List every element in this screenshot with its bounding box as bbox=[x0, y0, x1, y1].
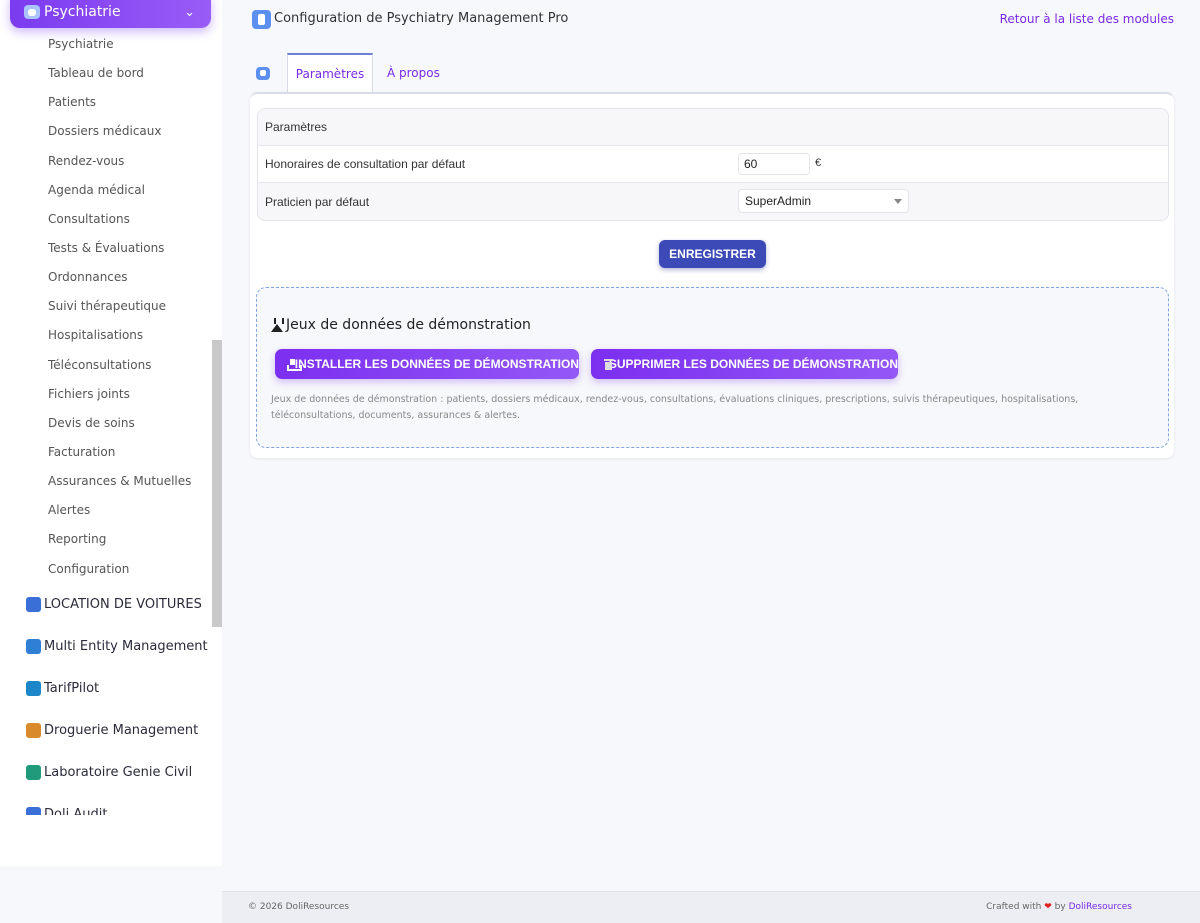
delete-demo-label: SUPPRIMER LES DONNÉES DE DÉMONSTRATION bbox=[608, 357, 898, 371]
psychiatry-module-icon bbox=[24, 5, 40, 19]
module-laboratoire-genie-civil[interactable]: Laboratoire Genie Civil bbox=[26, 765, 192, 780]
laboratory-icon bbox=[26, 765, 41, 780]
demo-description: Jeux de données de démonstration : patie… bbox=[271, 394, 1079, 421]
tab-parametres[interactable]: Paramètres bbox=[287, 53, 373, 93]
module-location-de-voitures[interactable]: LOCATION DE VOITURES bbox=[26, 597, 202, 612]
module-label: Multi Entity Management bbox=[44, 639, 208, 654]
section-title: Paramètres bbox=[265, 120, 328, 134]
trash-icon bbox=[603, 358, 613, 370]
droguerie-icon bbox=[26, 723, 41, 738]
chevron-down-icon[interactable]: ⌄ bbox=[184, 5, 195, 20]
tab-a-propos[interactable]: À propos bbox=[387, 53, 440, 93]
crafted-with-text: Crafted with ❤ by DoliResources bbox=[986, 902, 1132, 912]
sidebar-item-hospitalisations[interactable]: Hospitalisations bbox=[0, 321, 212, 350]
sidebar-item-tableau-de-bord[interactable]: Tableau de bord bbox=[0, 59, 212, 88]
demo-title-text: Jeux de données de démonstration bbox=[286, 317, 531, 333]
fee-label: Honoraires de consultation par défaut bbox=[265, 157, 466, 171]
dropdown-arrow-icon bbox=[894, 199, 902, 204]
sidebar-item-devis-de-soins[interactable]: Devis de soins bbox=[0, 409, 212, 438]
practitioner-selected-value: SuperAdmin bbox=[745, 194, 812, 208]
module-label: Doli Audit bbox=[44, 807, 108, 815]
sidebar-item-agenda-medical[interactable]: Agenda médical bbox=[0, 176, 212, 205]
settings-table: Paramètres Honoraires de consultation pa… bbox=[257, 108, 1169, 221]
sidebar-item-facturation[interactable]: Facturation bbox=[0, 438, 212, 467]
sidebar-item-fichiers-joints[interactable]: Fichiers joints bbox=[0, 380, 212, 409]
module-logo-icon bbox=[252, 10, 271, 29]
tarif-icon bbox=[26, 681, 41, 696]
save-button[interactable]: ENREGISTRER bbox=[659, 240, 766, 268]
table-row-practitioner: Praticien par défaut SuperAdmin bbox=[258, 183, 1168, 220]
sidebar-item-configuration[interactable]: Configuration bbox=[0, 555, 212, 584]
settings-panel: Paramètres Honoraires de consultation pa… bbox=[250, 92, 1174, 458]
table-row-fee: Honoraires de consultation par défaut € bbox=[258, 146, 1168, 183]
crafted-prefix: Crafted with bbox=[986, 902, 1042, 912]
install-demo-label: INSTALLER LES DONNÉES DE DÉMONSTRATION bbox=[294, 357, 579, 371]
copyright-text: © 2026 DoliResources bbox=[248, 902, 350, 912]
sidebar-item-suivi-therapeutique[interactable]: Suivi thérapeutique bbox=[0, 292, 212, 321]
psychiatrie-submenu: Psychiatrie Tableau de bord Patients Dos… bbox=[0, 30, 212, 584]
sidebar-item-tests-evaluations[interactable]: Tests & Évaluations bbox=[0, 234, 212, 263]
download-icon bbox=[287, 358, 302, 371]
sidebar-item-psychiatrie[interactable]: Psychiatrie bbox=[0, 30, 212, 59]
sidebar-scrollbar[interactable] bbox=[212, 340, 222, 627]
crafted-by: by bbox=[1054, 902, 1066, 912]
sidebar-item-assurances-mutuelles[interactable]: Assurances & Mutuelles bbox=[0, 467, 212, 496]
sidebar-item-ordonnances[interactable]: Ordonnances bbox=[0, 263, 212, 292]
sidebar-item-dossiers-medicaux[interactable]: Dossiers médicaux bbox=[0, 117, 212, 146]
page-header: Configuration de Psychiatry Management P… bbox=[252, 10, 1174, 30]
car-icon bbox=[26, 597, 41, 612]
module-tab-icon bbox=[256, 67, 270, 80]
module-label: Droguerie Management bbox=[44, 723, 199, 738]
flask-icon bbox=[271, 318, 284, 332]
practitioner-label: Praticien par défaut bbox=[265, 194, 370, 209]
sidebar-scroll-area: Psychiatrie ⌄ Psychiatrie Tableau de bor… bbox=[0, 0, 222, 815]
page-title: Configuration de Psychiatry Management P… bbox=[274, 11, 569, 26]
sidebar-item-patients[interactable]: Patients bbox=[0, 88, 212, 117]
doliresources-link[interactable]: DoliResources bbox=[1069, 902, 1132, 912]
page-footer: © 2026 DoliResources Crafted with ❤ by D… bbox=[222, 891, 1200, 923]
currency-symbol: € bbox=[815, 157, 822, 169]
module-multi-entity-management[interactable]: Multi Entity Management bbox=[26, 639, 208, 654]
active-module-label: Psychiatrie bbox=[44, 4, 121, 20]
practitioner-select[interactable]: SuperAdmin bbox=[738, 189, 909, 213]
audit-icon bbox=[26, 807, 41, 815]
sidebar-item-rendez-vous[interactable]: Rendez-vous bbox=[0, 147, 212, 176]
module-tarifpilot[interactable]: TarifPilot bbox=[26, 681, 99, 696]
buildings-icon bbox=[26, 639, 41, 654]
install-demo-data-button[interactable]: INSTALLER LES DONNÉES DE DÉMONSTRATION bbox=[275, 349, 579, 379]
back-to-modules-link[interactable]: Retour à la liste des modules bbox=[1000, 12, 1174, 26]
sidebar-item-reporting[interactable]: Reporting bbox=[0, 525, 212, 554]
module-label: TarifPilot bbox=[44, 681, 100, 696]
demo-data-section: Jeux de données de démonstration INSTALL… bbox=[256, 287, 1169, 448]
sidebar-item-teleconsultations[interactable]: Téléconsultations bbox=[0, 351, 212, 380]
module-droguerie-management[interactable]: Droguerie Management bbox=[26, 723, 198, 738]
heart-icon: ❤ bbox=[1044, 902, 1052, 912]
psychiatrie-menu-header[interactable]: Psychiatrie ⌄ bbox=[10, 0, 211, 28]
module-label: Laboratoire Genie Civil bbox=[44, 765, 193, 780]
sidebar-item-alertes[interactable]: Alertes bbox=[0, 496, 212, 525]
delete-demo-data-button[interactable]: SUPPRIMER LES DONNÉES DE DÉMONSTRATION bbox=[591, 349, 898, 379]
sidebar: Psychiatrie ⌄ Psychiatrie Tableau de bor… bbox=[0, 0, 222, 866]
module-label: LOCATION DE VOITURES bbox=[44, 597, 202, 612]
demo-section-title: Jeux de données de démonstration bbox=[271, 317, 531, 333]
consultation-fee-input[interactable] bbox=[738, 153, 810, 175]
sidebar-item-consultations[interactable]: Consultations bbox=[0, 205, 212, 234]
module-doli-audit[interactable]: Doli Audit bbox=[26, 807, 107, 815]
settings-table-header: Paramètres bbox=[258, 109, 1168, 146]
